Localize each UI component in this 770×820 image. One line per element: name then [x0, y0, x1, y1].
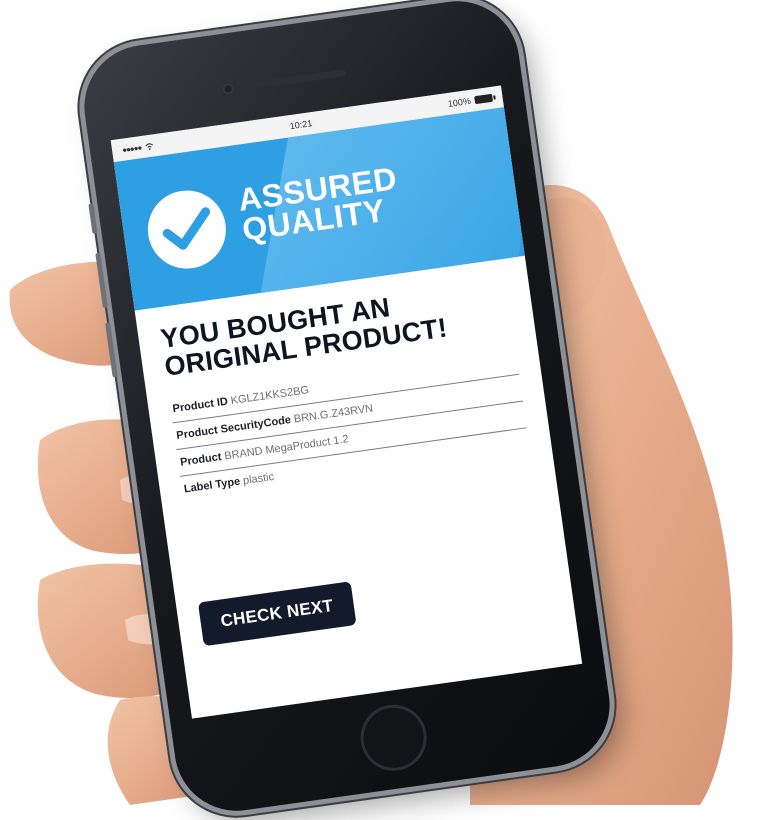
label-type-value: plastic — [242, 470, 275, 488]
product-label: Product — [179, 451, 223, 469]
check-circle-icon — [142, 185, 231, 274]
phone-screen: ●●●●● 10:21 100% ASSURED QUALITY YOU BOU… — [110, 85, 583, 719]
battery-percentage: 100% — [447, 95, 472, 109]
label-type-label: Label Type — [183, 475, 241, 496]
status-time: 10:21 — [289, 118, 313, 132]
check-next-button[interactable]: CHECK NEXT — [197, 581, 357, 647]
verification-content: YOU BOUGHT AN ORIGINAL PRODUCT! Product … — [159, 277, 531, 503]
wifi-icon — [145, 142, 154, 150]
product-id-value: KGLZ1KKS2BG — [229, 384, 310, 408]
product-id-label: Product ID — [171, 395, 229, 416]
battery-icon — [474, 93, 494, 105]
security-code-value: BRN.G.Z43RVN — [293, 402, 374, 426]
signal-strength: ●●●●● — [121, 142, 142, 155]
checkmark-icon — [162, 207, 211, 250]
